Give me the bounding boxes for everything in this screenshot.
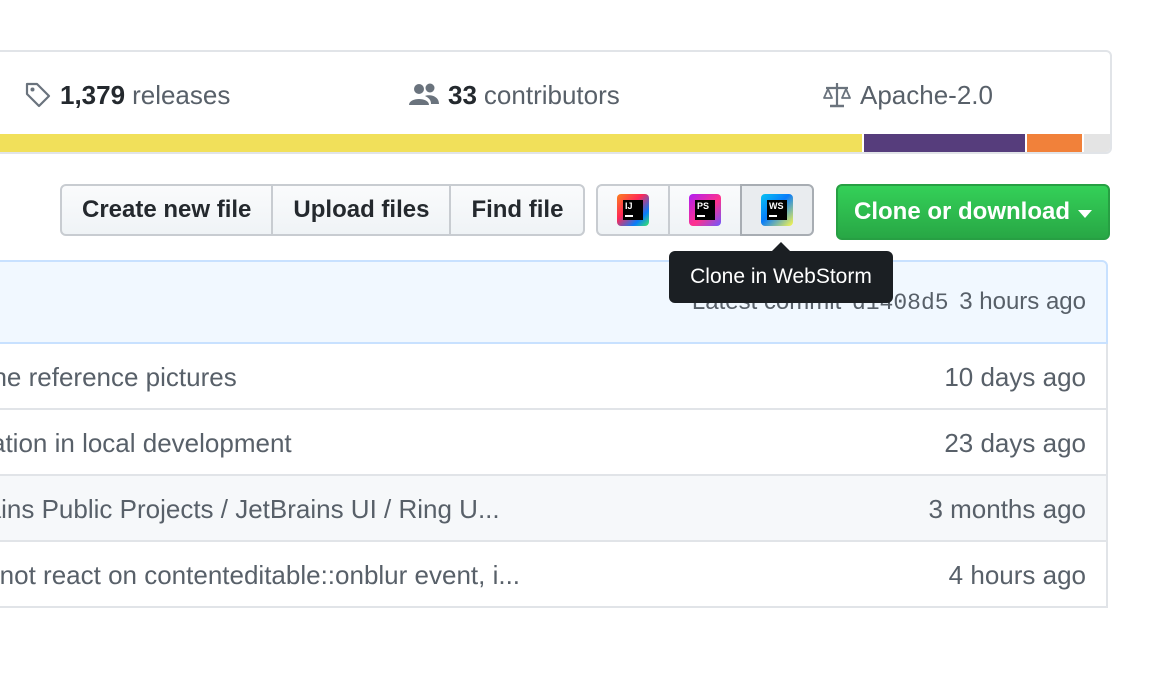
clone-or-download-button[interactable]: Clone or download <box>836 184 1110 240</box>
commit-message-link[interactable]: rains Public Projects / JetBrains UI / R… <box>0 494 500 525</box>
chevron-down-icon <box>1078 209 1092 218</box>
find-file-button[interactable]: Find file <box>449 184 586 236</box>
table-row: one reference pictures 10 days ago <box>0 344 1108 410</box>
contributors-count: 33 <box>448 79 477 110</box>
releases-label: releases <box>132 79 231 110</box>
language-bar-segment[interactable] <box>0 134 862 152</box>
webstorm-icon: WS <box>761 194 793 226</box>
open-in-webstorm-button[interactable]: WS <box>740 184 814 236</box>
commit-age: 3 months ago <box>928 494 1086 524</box>
language-bar-segment[interactable] <box>1024 134 1083 152</box>
contributors-link[interactable]: 33 contributors <box>408 78 620 112</box>
intellij-icon: IJ <box>617 194 649 226</box>
releases-link[interactable]: 1,379 releases <box>24 78 230 112</box>
commit-message-link[interactable]: sation in local development <box>0 428 292 459</box>
commit-age: 4 hours ago <box>948 560 1086 590</box>
upload-files-button[interactable]: Upload files <box>271 184 452 236</box>
tag-icon <box>25 82 51 108</box>
file-list: one reference pictures 10 days ago satio… <box>0 344 1108 608</box>
license-label: Apache-2.0 <box>860 79 993 110</box>
commit-age: 10 days ago <box>944 362 1086 392</box>
language-bar-segment[interactable] <box>861 134 1025 152</box>
language-bar-segment[interactable] <box>1082 134 1110 152</box>
language-bar[interactable] <box>0 134 1110 152</box>
commit-message-link[interactable]: one reference pictures <box>0 362 237 393</box>
latest-commit-bar: Latest commit d1408d5 3 hours ago <box>0 260 1108 344</box>
table-row: o not react on contenteditable::onblur e… <box>0 542 1108 608</box>
table-row: rains Public Projects / JetBrains UI / R… <box>0 476 1108 542</box>
law-icon <box>823 83 851 108</box>
phpstorm-icon: PS <box>689 194 721 226</box>
clone-button-label: Clone or download <box>854 198 1070 225</box>
contributors-label: contributors <box>483 79 620 110</box>
commit-message-link[interactable]: o not react on contenteditable::onblur e… <box>0 560 520 591</box>
file-actions: Create new file Upload files Find file <box>60 184 586 236</box>
people-icon <box>409 83 439 105</box>
table-row: sation in local development 23 days ago <box>0 410 1108 476</box>
open-in-phpstorm-button[interactable]: PS <box>668 184 742 236</box>
releases-count: 1,379 <box>60 79 126 110</box>
commit-time: 3 hours ago <box>959 288 1086 315</box>
commit-age: 23 days ago <box>944 428 1086 458</box>
webstorm-tooltip: Clone in WebStorm <box>669 242 893 303</box>
repo-summary: 1,379 releases 33 contributors Apache-2.… <box>0 50 1112 154</box>
open-in-intellij-button[interactable]: IJ <box>596 184 670 236</box>
license-link[interactable]: Apache-2.0 <box>822 78 993 112</box>
ide-button-group: IJ PS WS <box>596 184 814 236</box>
create-new-file-button[interactable]: Create new file <box>60 184 274 236</box>
